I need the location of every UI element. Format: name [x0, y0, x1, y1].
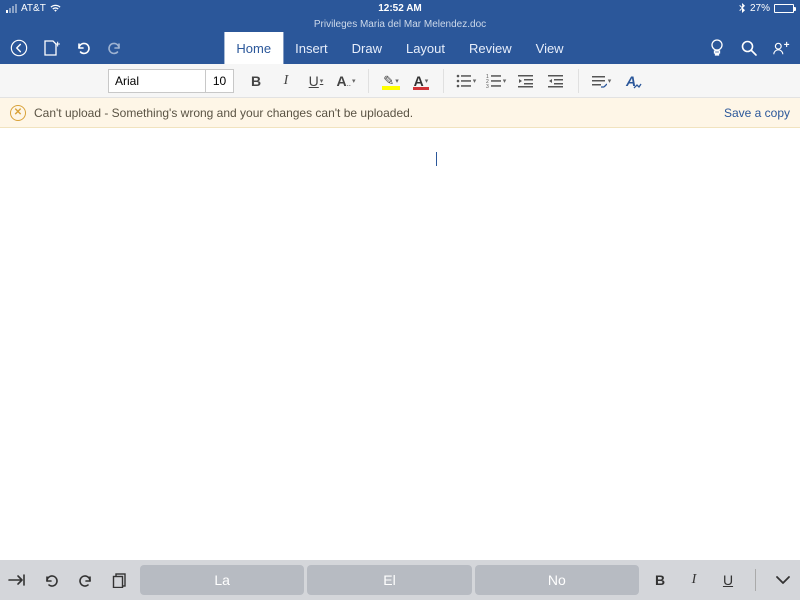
- suggestion-2[interactable]: El: [307, 565, 471, 595]
- tell-me-button[interactable]: [708, 39, 726, 57]
- divider: [755, 569, 756, 591]
- tab-view[interactable]: View: [524, 32, 576, 64]
- suggestion-1[interactable]: La: [140, 565, 304, 595]
- banner-message: Can't upload - Something's wrong and you…: [34, 106, 413, 120]
- document-canvas[interactable]: [0, 128, 800, 560]
- suggestion-3[interactable]: No: [475, 565, 639, 595]
- font-format-button[interactable]: A..▾: [332, 68, 360, 94]
- clipboard-button[interactable]: [108, 569, 130, 591]
- tab-draw[interactable]: Draw: [340, 32, 394, 64]
- decrease-indent-button[interactable]: [512, 68, 540, 94]
- increase-indent-button[interactable]: [542, 68, 570, 94]
- tab-layout[interactable]: Layout: [394, 32, 457, 64]
- tab-home[interactable]: Home: [224, 32, 283, 64]
- bold-button[interactable]: B: [242, 68, 270, 94]
- text-cursor: [436, 152, 437, 166]
- underline-button[interactable]: U▾: [302, 68, 330, 94]
- font-size-input[interactable]: [205, 70, 233, 92]
- battery-pct: 27%: [750, 3, 770, 14]
- battery-icon: [774, 4, 794, 13]
- tab-insert[interactable]: Insert: [283, 32, 340, 64]
- font-controls: [108, 69, 234, 93]
- bluetooth-icon: [739, 3, 746, 14]
- document-title: Privileges Maria del Mar Melendez.doc: [0, 16, 800, 32]
- svg-text:+: +: [55, 39, 60, 49]
- dismiss-keyboard-button[interactable]: [772, 569, 794, 591]
- tab-key-button[interactable]: [6, 569, 28, 591]
- share-button[interactable]: +: [772, 39, 790, 57]
- cell-signal-icon: [6, 4, 17, 13]
- italic-button[interactable]: I: [272, 68, 300, 94]
- save-copy-button[interactable]: Save a copy: [724, 106, 790, 120]
- home-ribbon: B I U▾ A..▾ ✎▾ A▾ ▾ 123▾: [0, 64, 800, 98]
- warning-icon: ✕: [10, 105, 26, 121]
- kb-redo-button[interactable]: [74, 569, 96, 591]
- font-color-button[interactable]: A▾: [407, 68, 435, 94]
- kb-bold-button[interactable]: B: [649, 569, 671, 591]
- redo-button[interactable]: [106, 39, 124, 57]
- carrier-label: AT&T: [21, 3, 46, 14]
- bullet-list-button[interactable]: ▾: [452, 68, 480, 94]
- file-menu-button[interactable]: +: [42, 39, 60, 57]
- highlight-button[interactable]: ✎▾: [377, 68, 405, 94]
- back-button[interactable]: [10, 39, 28, 57]
- upload-error-banner: ✕ Can't upload - Something's wrong and y…: [0, 98, 800, 128]
- keyboard-accessory-bar: La El No B I U: [0, 560, 800, 600]
- paragraph-format-button[interactable]: ▾: [587, 68, 615, 94]
- kb-undo-button[interactable]: [40, 569, 62, 591]
- ios-status-bar: AT&T 12:52 AM 27%: [0, 0, 800, 16]
- kb-underline-button[interactable]: U: [717, 569, 739, 591]
- font-name-input[interactable]: [109, 70, 205, 92]
- search-button[interactable]: [740, 39, 758, 57]
- numbered-list-button[interactable]: 123▾: [482, 68, 510, 94]
- styles-button[interactable]: A: [617, 68, 645, 94]
- kb-italic-button[interactable]: I: [683, 569, 705, 591]
- svg-text:3: 3: [486, 84, 489, 88]
- tab-review[interactable]: Review: [457, 32, 524, 64]
- undo-button[interactable]: [74, 39, 92, 57]
- clock: 12:52 AM: [378, 3, 422, 14]
- wifi-icon: [50, 4, 61, 13]
- page[interactable]: [0, 128, 800, 560]
- ribbon-tabs: Home Insert Draw Layout Review View: [224, 32, 575, 64]
- svg-text:+: +: [784, 40, 790, 51]
